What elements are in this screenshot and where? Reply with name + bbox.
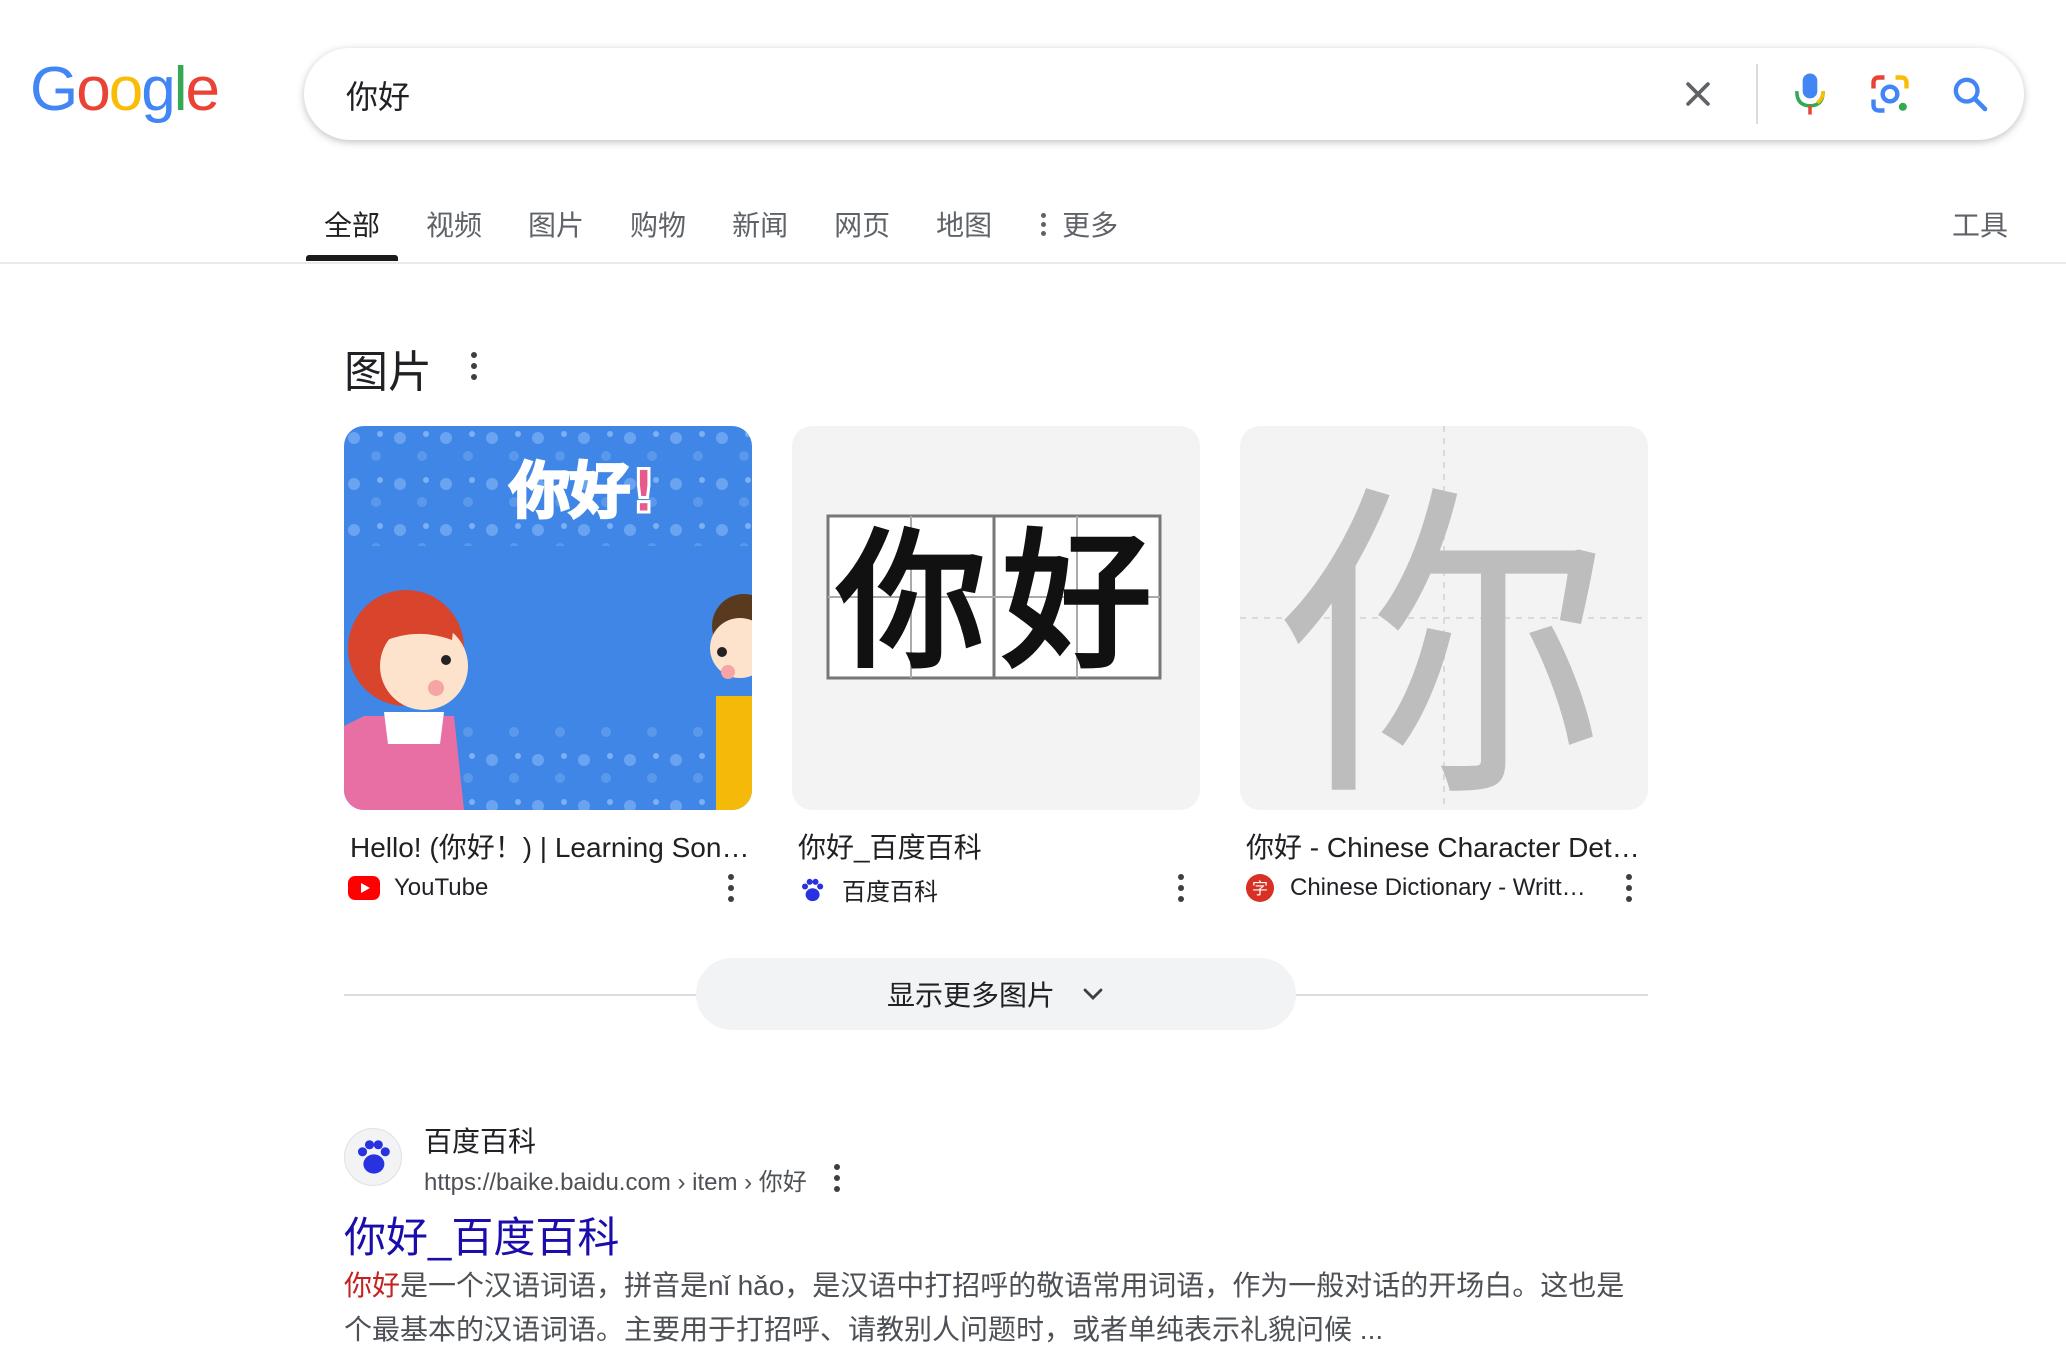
show-more-images-button[interactable]: 显示更多图片: [696, 958, 1296, 1030]
cartoon-illustration: 你好!: [344, 426, 752, 810]
image-card-source[interactable]: 百度百科: [796, 872, 938, 907]
image-card-youtube[interactable]: 你好! Hello! (你好！) | Learning Songs for Ki…: [344, 426, 752, 902]
tab-more[interactable]: 更多: [1038, 196, 1118, 244]
image-thumb-characters[interactable]: 你 好: [792, 426, 1200, 810]
microphone-icon[interactable]: [1786, 70, 1834, 118]
thumb-caption: 你好!: [509, 457, 657, 527]
show-more-images-label: 显示更多图片: [886, 980, 1055, 1011]
google-logo[interactable]: Google: [30, 55, 220, 130]
image-thumb-cartoon[interactable]: 你好!: [344, 426, 752, 810]
divider-left: [344, 994, 704, 996]
tab-web[interactable]: 网页: [834, 196, 890, 244]
image-card-source-name: Chinese Dictionary - Written Chinese: [1290, 874, 1590, 901]
image-card-source[interactable]: 字 Chinese Dictionary - Written Chinese: [1244, 872, 1604, 904]
image-card-source-name: YouTube: [394, 874, 489, 901]
image-card-dictionary[interactable]: 你 你好 - Chinese Character Detail Page 字 C…: [1240, 426, 1648, 902]
tab-images[interactable]: 图片: [528, 196, 584, 244]
tabs-divider: [0, 262, 2066, 264]
image-card-title[interactable]: 你好_百度百科: [798, 826, 1198, 866]
clear-icon[interactable]: [1674, 70, 1722, 118]
divider-right: [1290, 994, 1648, 996]
image-card-source-name: 百度百科: [842, 879, 938, 906]
image-card-baike[interactable]: 你 好 你好_百度百科 百度百科: [792, 426, 1200, 906]
thumb-char-1: 你: [835, 516, 986, 690]
image-card-menu-icon[interactable]: [726, 874, 736, 902]
result-url[interactable]: https://baike.baidu.com › item › 你好: [424, 1162, 807, 1197]
image-card-source[interactable]: YouTube: [348, 872, 488, 904]
search-icon[interactable]: [1946, 70, 1994, 118]
tab-more-label: 更多: [1062, 210, 1119, 241]
result-url-text: https://baike.baidu.com › item › 你好: [424, 1169, 807, 1196]
search-tabs: 全部 视频 图片 购物 新闻 网页 地图 更多: [305, 196, 1164, 264]
result-menu-icon[interactable]: [832, 1164, 842, 1192]
tab-all[interactable]: 全部: [305, 196, 399, 261]
images-section-title: 图片: [344, 348, 432, 397]
tab-maps[interactable]: 地图: [936, 196, 992, 244]
images-section-menu-icon[interactable]: [469, 352, 479, 380]
more-vert-icon: [1038, 212, 1048, 236]
chevron-down-icon: [1081, 986, 1105, 1002]
stroke-character-illustration: 你: [1240, 426, 1648, 810]
baidu-paw-icon[interactable]: [344, 1128, 402, 1186]
search-box[interactable]: 你好: [304, 48, 2024, 140]
tab-shopping[interactable]: 购物: [630, 196, 686, 244]
image-thumb-large-character[interactable]: 你: [1240, 426, 1648, 810]
svg-text:Google: Google: [30, 58, 218, 124]
search-divider: [1756, 64, 1758, 124]
tools-button[interactable]: 工具: [1952, 204, 2008, 244]
image-card-title[interactable]: Hello! (你好！) | Learning Songs for Kids: [350, 826, 750, 866]
result-site-name[interactable]: 百度百科: [424, 1120, 536, 1160]
image-card-menu-icon[interactable]: [1176, 874, 1186, 902]
tab-news[interactable]: 新闻: [732, 196, 788, 244]
snippet-text: 是一个汉语词语，拼音是nǐ hǎo，是汉语中打招呼的敬语常用词语，作为一般对话的…: [344, 1270, 1625, 1345]
character-grid-illustration: 你 好: [826, 514, 1162, 690]
result-title-link[interactable]: 你好_百度百科: [344, 1204, 619, 1265]
image-card-menu-icon[interactable]: [1624, 874, 1634, 902]
svg-text:字: 字: [1252, 879, 1268, 898]
snippet-highlight: 你好: [344, 1270, 401, 1301]
search-input[interactable]: 你好: [346, 72, 410, 118]
thumb-char: 你: [1279, 458, 1609, 810]
tab-videos[interactable]: 视频: [426, 196, 482, 244]
dictionary-icon: 字: [1244, 872, 1276, 904]
google-logo-svg: Google: [30, 55, 220, 124]
thumb-char-2: 好: [1001, 516, 1152, 690]
result-snippet: 你好是一个汉语词语，拼音是nǐ hǎo，是汉语中打招呼的敬语常用词语，作为一般对…: [344, 1264, 1644, 1352]
baidu-paw-icon: [796, 874, 828, 906]
youtube-icon: [348, 872, 380, 904]
image-card-title[interactable]: 你好 - Chinese Character Detail Page: [1246, 826, 1646, 866]
lens-camera-icon[interactable]: [1866, 70, 1914, 118]
